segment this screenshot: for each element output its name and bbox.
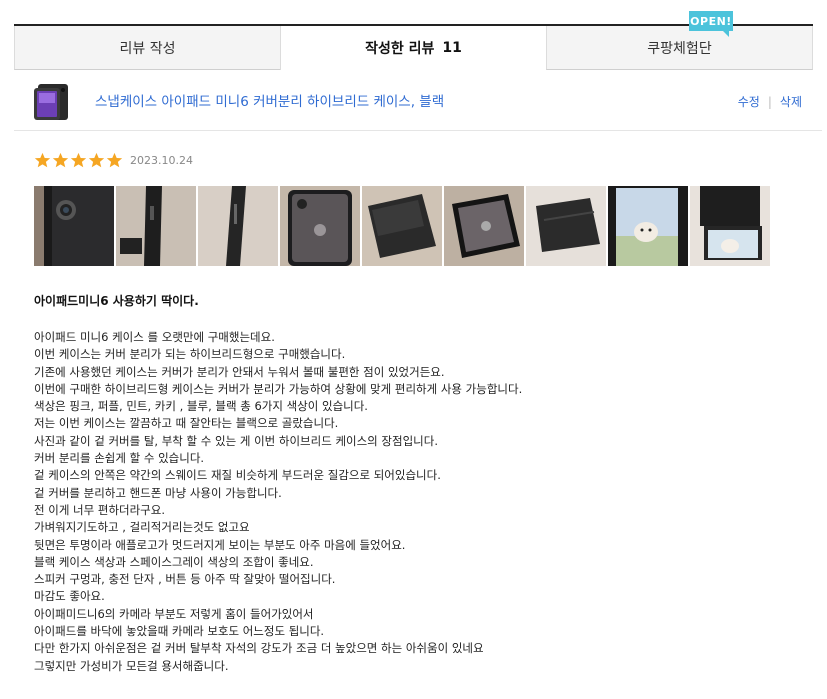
ipad-stand-dog-photo[interactable] [690, 186, 770, 266]
edit-review-button[interactable]: 수정 [738, 95, 760, 109]
review-line: 겉 케이스의 안쪽은 약간의 스웨이드 재질 비슷하게 부드러운 질감으로 되어… [34, 468, 441, 483]
cover-folded-photo[interactable] [362, 186, 442, 266]
case-transparent-back-photo[interactable] [444, 186, 524, 266]
review-line: 마감도 좋아요. [34, 589, 105, 604]
review-line: 커버 분리를 손쉽게 할 수 있습니다. [34, 451, 205, 466]
ipad-screen-dog-photo[interactable] [608, 186, 688, 266]
review-line: 다만 한가지 아쉬운점은 겉 커버 탈부착 자석의 강도가 조금 더 높았으면 … [34, 641, 484, 656]
review-line: 전 이게 너무 편하더라구요. [34, 502, 166, 517]
star-icon [88, 152, 105, 168]
review-photos [34, 186, 770, 266]
ipad-case-icon [34, 84, 68, 120]
review-line: 겉 커버를 분리하고 핸드폰 마냥 사용이 가능합니다. [34, 485, 282, 500]
product-thumbnail[interactable] [32, 82, 72, 122]
case-back-apple-logo-photo[interactable] [280, 186, 360, 266]
review-line: 블랙 케이스 색상과 스페이스그레이 색상의 조합이 좋네요. [34, 554, 314, 569]
review-line: 그렇지만 가성비가 모든걸 용서해줍니다. [34, 658, 229, 673]
cover-closed-photo[interactable] [526, 186, 606, 266]
action-divider: | [767, 95, 772, 109]
review-headline: 아이패드미니6 사용하기 딱이다. [34, 294, 199, 308]
tab-label: 작성한 리뷰 [365, 41, 435, 57]
tab-write-review[interactable]: 리뷰 작성 [14, 26, 280, 70]
review-body: 아이패드 미니6 케이스 를 오랫만에 구매했는데요. 이번 케이스는 커버 분리… [34, 329, 794, 675]
star-icon [70, 152, 87, 168]
tab-label: 리뷰 작성 [119, 40, 176, 57]
case-edge-photo[interactable] [116, 186, 196, 266]
product-row: 스냅케이스 아이패드 미니6 커버분리 하이브리드 케이스, 블랙 수정 | 삭제 [14, 72, 822, 131]
tab-my-reviews[interactable]: 작성한 리뷰 11 [280, 26, 546, 70]
product-name-link[interactable]: 스냅케이스 아이패드 미니6 커버분리 하이브리드 케이스, 블랙 [95, 90, 444, 110]
tab-label: 쿠팡체험단 [647, 40, 712, 57]
star-icon [34, 152, 51, 168]
review-line: 아이패드를 바닥에 놓았을때 카메라 보호도 어느정도 됩니다. [34, 624, 325, 639]
open-badge: OPEN! [689, 11, 733, 37]
review-date: 2023.10.24 [130, 154, 193, 167]
star-icon [106, 152, 123, 168]
review-line: 뒷면은 투명이라 애플로고가 멋드러지게 보이는 부분도 아주 마음에 들었어요… [34, 537, 406, 552]
review-line: 색상은 핑크, 퍼플, 민트, 카키 , 블루, 블랙 총 6가지 색상이 있습… [34, 399, 368, 414]
review-line: 기존에 사용했던 케이스는 커버가 분리가 안돼서 누워서 볼때 불편한 점이 … [34, 364, 445, 379]
star-icon [52, 152, 69, 168]
star-rating [34, 152, 123, 169]
review-line: 사진과 같이 겉 커버를 탈, 부착 할 수 있는 게 이번 하이브리드 케이스… [34, 433, 438, 448]
review-line: 저는 이번 케이스는 깔끔하고 때 잘안타는 블랙으로 골랐습니다. [34, 416, 339, 431]
delete-review-button[interactable]: 삭제 [780, 95, 802, 109]
review-actions: 수정 | 삭제 [738, 93, 802, 110]
review-line: 가벼워지기도하고 , 걸리적거리는것도 없고요 [34, 520, 250, 535]
review-line: 이번에 구매한 하이브리드형 케이스는 커버가 분리가 가능하여 상황에 맞게 … [34, 381, 523, 396]
review-count: 11 [442, 40, 462, 56]
case-back-camera-photo[interactable] [34, 186, 114, 266]
review-line: 스피커 구멍과, 충전 단자 , 버튼 등 아주 딱 잘맞아 떨어집니다. [34, 572, 336, 587]
review-line: 아이패드 미니6 케이스 를 오랫만에 구매했는데요. [34, 330, 275, 344]
case-side-photo[interactable] [198, 186, 278, 266]
tab-experience-group[interactable]: 쿠팡체험단 [546, 26, 813, 70]
review-line: 아이패미드니6의 카메라 부분도 저렇게 홈이 들어가있어서 [34, 606, 314, 621]
review-line: 이번 케이스는 커버 분리가 되는 하이브리드형으로 구매했습니다. [34, 347, 346, 362]
